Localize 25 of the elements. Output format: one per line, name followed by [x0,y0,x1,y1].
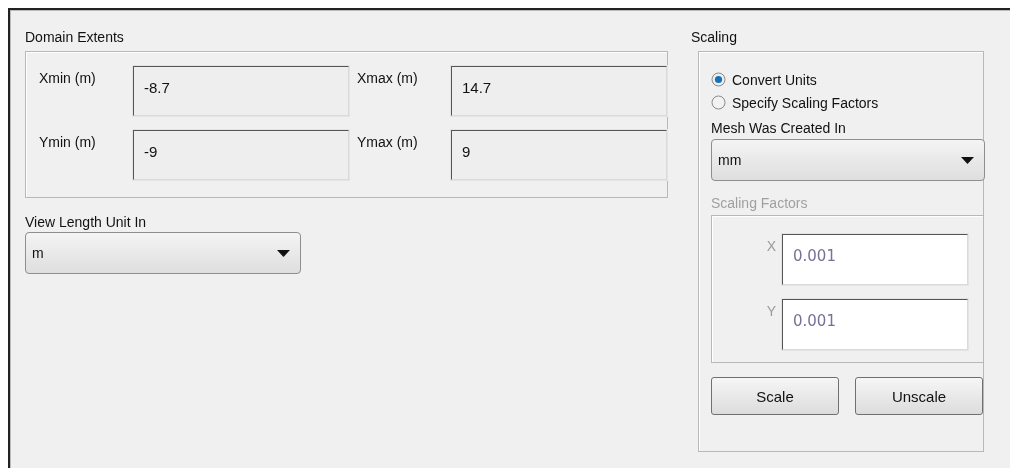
input-field[interactable]: -9 [133,130,349,180]
button[interactable]: Unscale [855,377,983,415]
field-label: Y [765,302,776,319]
field-label: View Length Unit In [25,214,148,230]
dropdown[interactable]: m [25,232,301,274]
radio-label: Convert Units [732,71,817,88]
caret-icon [961,156,974,164]
radio-button[interactable] [711,95,726,110]
input-field[interactable]: 9 [451,130,667,180]
radio-button[interactable] [711,72,726,87]
radio-label: Specify Scaling Factors [732,94,879,111]
field-label: Xmax (m) [357,69,419,86]
field-label: Mesh Was Created In [711,120,847,136]
input-field[interactable]: -8.7 [133,66,349,116]
group-title: Scaling [691,29,738,45]
field-label: Xmin (m) [39,69,97,86]
group-title: Domain Extents [25,29,125,45]
input-field[interactable]: 14.7 [451,66,667,116]
field-label: Ymax (m) [357,133,419,150]
field-label: X [765,237,776,254]
field-label: Ymin (m) [39,133,97,150]
caret-icon [277,249,290,257]
button[interactable]: Scale [711,377,839,415]
group-title: Scaling Factors [711,195,809,211]
dropdown[interactable]: mm [711,139,985,181]
